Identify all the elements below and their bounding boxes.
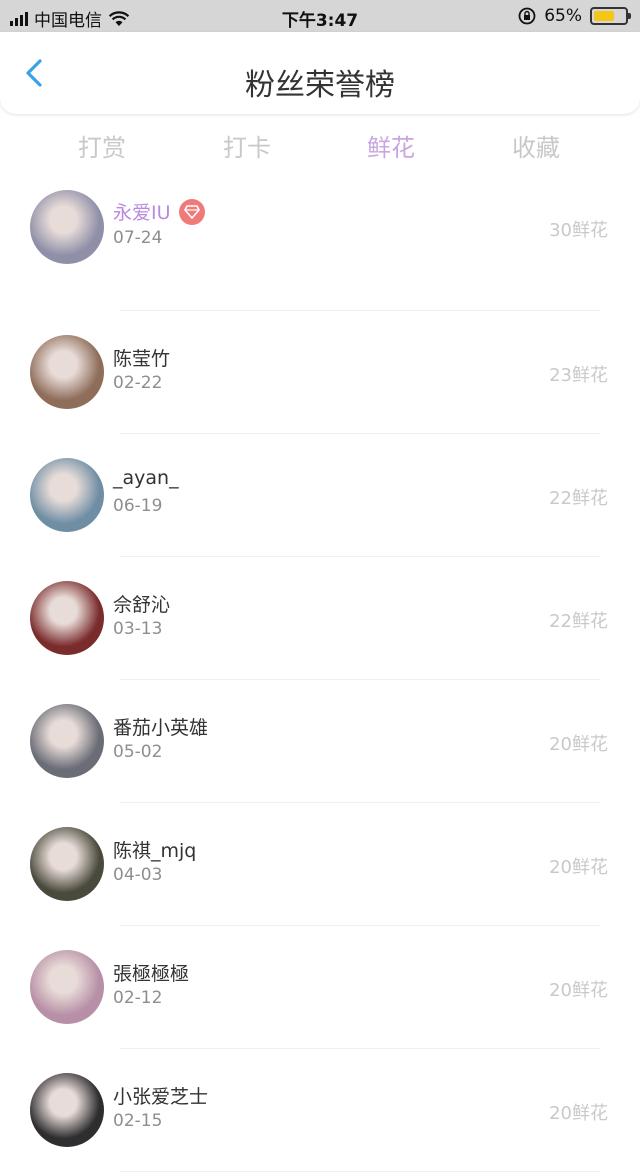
fan-name: 小张爱芝士 (113, 1082, 208, 1109)
flower-count: 30鲜花 (549, 220, 608, 241)
avatar[interactable] (30, 827, 104, 901)
fan-name: 陈祺_mjq (113, 836, 196, 863)
fan-name-text: 永爱IU (113, 202, 171, 224)
tab-favorites[interactable]: 收藏 (496, 128, 576, 163)
list-item[interactable]: 永爱IU 07-24 30鲜花 (0, 188, 640, 311)
flower-count: 20鲜花 (549, 734, 608, 755)
status-bar: 中国电信 下午3:47 65% (0, 0, 640, 32)
list-item[interactable]: _ayan_ 06-19 22鲜花 (0, 434, 640, 557)
avatar[interactable] (30, 458, 104, 532)
tab-tip[interactable]: 打赏 (62, 128, 142, 163)
status-right: 65% (518, 6, 631, 26)
flower-count: 22鲜花 (549, 488, 608, 509)
flower-count: 20鲜花 (549, 1103, 608, 1124)
fan-name: 佘舒沁 (113, 590, 170, 617)
fan-name-text: 佘舒沁 (113, 594, 171, 616)
avatar[interactable] (30, 335, 104, 409)
fan-name-text: 小张爱芝士 (113, 1086, 209, 1108)
flower-count: 22鲜花 (549, 611, 608, 632)
fan-date: 07-24 (113, 228, 163, 248)
page-title: 粉丝荣誉榜 (245, 68, 395, 103)
fan-date: 04-03 (113, 865, 163, 885)
avatar[interactable] (30, 950, 104, 1024)
nav-bar: 粉丝荣誉榜 (0, 32, 640, 114)
list-item[interactable]: 小张爱芝士 02-15 20鲜花 (0, 1049, 640, 1172)
fan-name: 張極極極 (113, 959, 189, 986)
fan-name: _ayan_ (113, 467, 179, 489)
fan-name-text: _ayan_ (113, 467, 179, 489)
fan-list: 永爱IU 07-24 30鲜花 陈莹竹 02-22 23鲜花 _ayan_ 06… (0, 188, 640, 1172)
avatar[interactable] (30, 190, 104, 264)
fan-name-text: 陈莹竹 (113, 348, 171, 370)
avatar[interactable] (30, 704, 104, 778)
tab-checkin[interactable]: 打卡 (207, 128, 287, 163)
fan-date: 02-15 (113, 1111, 163, 1131)
fan-name: 永爱IU (113, 198, 205, 227)
fan-date: 05-02 (113, 742, 163, 762)
avatar[interactable] (30, 1073, 104, 1147)
fan-name: 陈莹竹 (113, 344, 170, 371)
battery-percent: 65% (544, 6, 582, 26)
list-item[interactable]: 番茄小英雄 05-02 20鲜花 (0, 680, 640, 803)
fan-name: 番茄小英雄 (113, 713, 208, 740)
tab-flowers[interactable]: 鲜花 (351, 128, 431, 163)
fan-date: 06-19 (113, 496, 163, 516)
tab-bar: 打赏 打卡 鲜花 收藏 (0, 118, 640, 168)
fan-name-text: 陈祺_mjq (113, 840, 197, 862)
flower-count: 20鲜花 (549, 980, 608, 1001)
fan-name-text: 番茄小英雄 (113, 717, 209, 739)
battery-icon (590, 7, 631, 25)
list-item[interactable]: 陈莹竹 02-22 23鲜花 (0, 311, 640, 434)
fan-name-text: 張極極極 (113, 963, 190, 985)
avatar[interactable] (30, 581, 104, 655)
flower-count: 20鲜花 (549, 857, 608, 878)
fan-date: 03-13 (113, 619, 163, 639)
fan-date: 02-22 (113, 373, 163, 393)
fan-date: 02-12 (113, 988, 163, 1008)
list-item[interactable]: 佘舒沁 03-13 22鲜花 (0, 557, 640, 680)
diamond-icon (178, 198, 205, 225)
list-item[interactable]: 張極極極 02-12 20鲜花 (0, 926, 640, 1049)
rotation-lock-icon (518, 7, 536, 25)
list-item[interactable]: 陈祺_mjq 04-03 20鲜花 (0, 803, 640, 926)
flower-count: 23鲜花 (549, 365, 608, 386)
